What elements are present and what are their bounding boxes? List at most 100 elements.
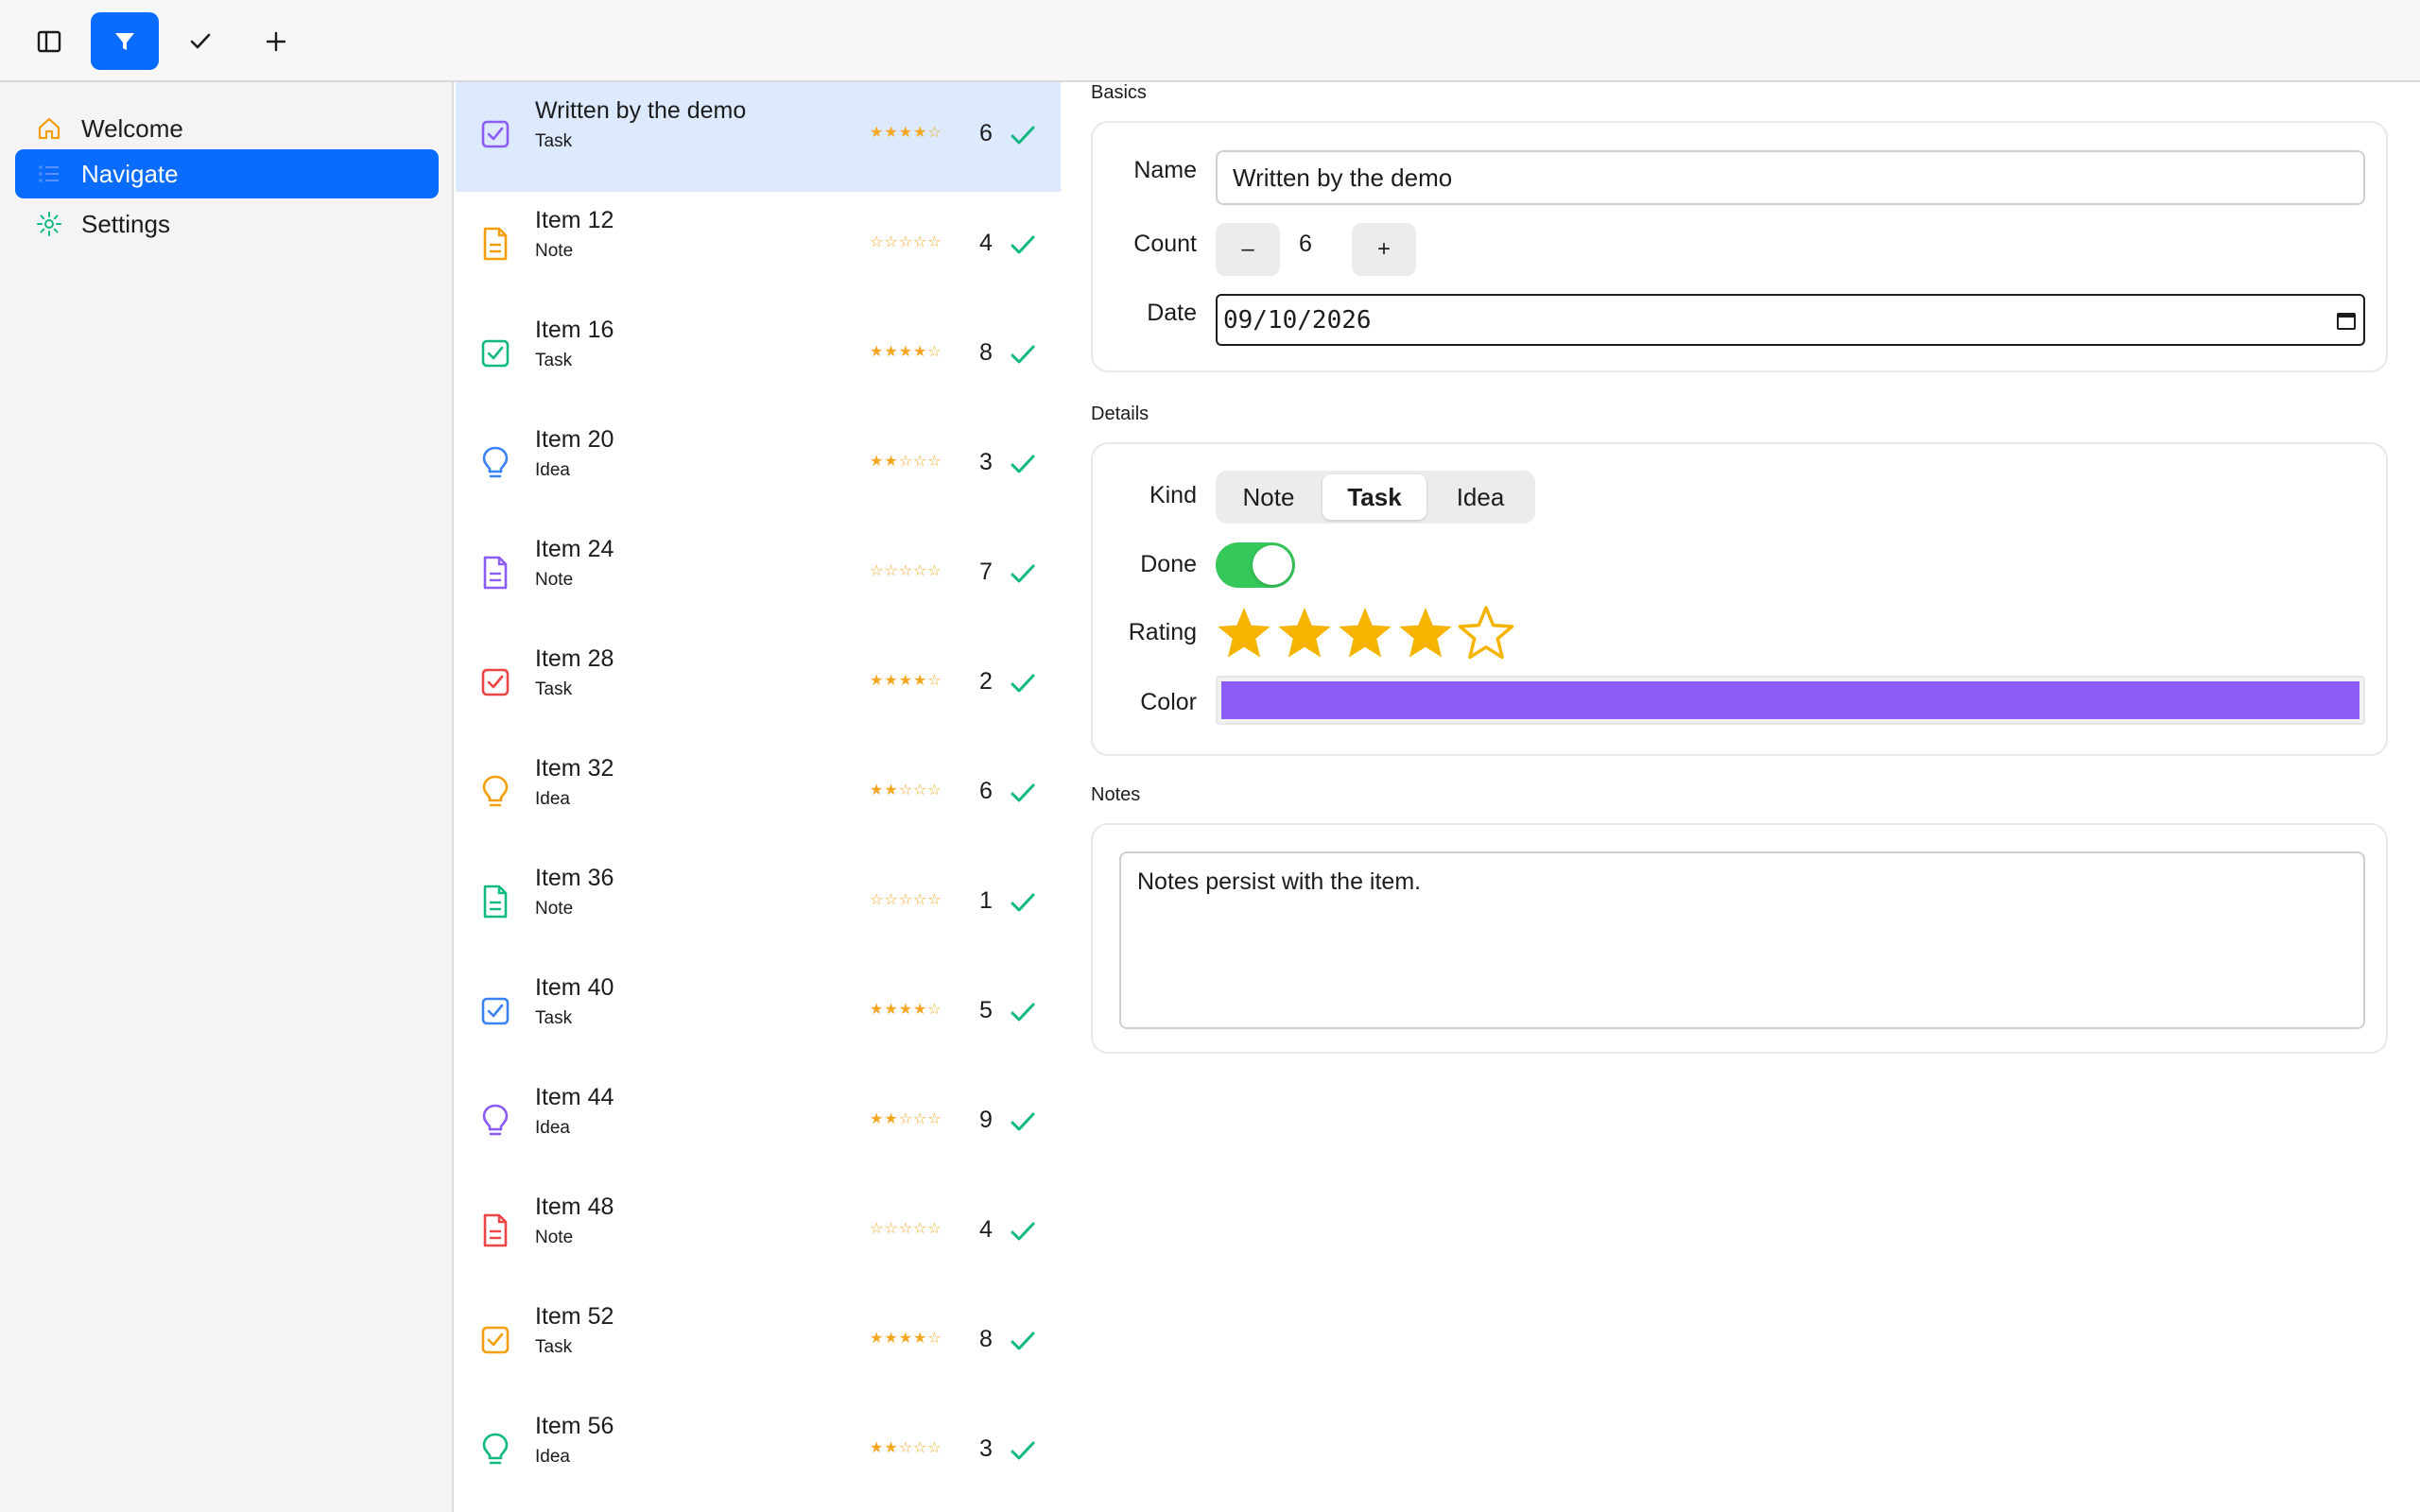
task-checkbox-icon (480, 664, 510, 700)
list-item[interactable]: Item 24 Note ☆☆☆☆☆ 7 (456, 521, 1061, 630)
done-check-icon (1008, 230, 1038, 260)
kind-option-task[interactable]: Task (1322, 474, 1426, 520)
item-count: 2 (979, 668, 993, 695)
sidebar-item-welcome[interactable]: Welcome (15, 104, 439, 153)
kind-option-idea[interactable]: Idea (1431, 474, 1530, 520)
notes-textarea[interactable]: Notes persist with the item. (1119, 851, 2365, 1029)
kind-option-note[interactable]: Note (1219, 474, 1318, 520)
star-filled-icon[interactable] (1214, 603, 1274, 663)
filter-button[interactable] (91, 12, 159, 70)
idea-lightbulb-icon (480, 1103, 510, 1139)
item-title: Item 40 (535, 974, 614, 1001)
done-check-icon (1008, 339, 1038, 369)
toggle-knob (1253, 545, 1292, 585)
item-count: 8 (979, 339, 993, 366)
mark-done-button[interactable] (166, 12, 234, 70)
details-section-label: Details (1091, 404, 1150, 424)
item-rating-stars: ★★☆☆☆ (870, 452, 942, 470)
count-decrement-button[interactable]: – (1216, 223, 1280, 276)
item-count: 4 (979, 1216, 993, 1243)
list-item[interactable]: Item 40 Task ★★★★☆ 5 (456, 959, 1061, 1069)
list-item[interactable]: Item 20 Idea ★★☆☆☆ 3 (456, 411, 1061, 521)
item-title: Item 16 (535, 317, 614, 343)
item-title: Written by the demo (535, 97, 747, 124)
item-count: 5 (979, 997, 993, 1023)
sidebar-toggle-button[interactable] (15, 12, 83, 70)
star-filled-icon[interactable] (1335, 603, 1395, 663)
done-check-icon (1008, 1435, 1038, 1466)
list-item[interactable]: Item 48 Note ☆☆☆☆☆ 4 (456, 1178, 1061, 1288)
note-document-icon (480, 884, 510, 919)
item-title: Item 24 (535, 536, 614, 562)
item-rating-stars: ★★★★☆ (870, 1000, 942, 1018)
calendar-icon[interactable] (2335, 309, 2358, 332)
item-title: Item 52 (535, 1303, 614, 1330)
task-checkbox-icon (480, 993, 510, 1029)
item-title: Item 28 (535, 645, 614, 672)
color-picker[interactable] (1216, 676, 2365, 725)
sidebar-item-settings[interactable]: Settings (15, 199, 439, 249)
item-list: Written by the demo Task ★★★★☆ 6 Item 12 Note… (456, 82, 1061, 1512)
color-swatch (1221, 681, 2360, 719)
item-kind: Task (535, 131, 573, 151)
task-checkbox-icon (480, 1322, 510, 1358)
note-document-icon (480, 1212, 510, 1248)
item-rating-stars: ★★★★☆ (870, 1329, 942, 1347)
item-title: Item 20 (535, 426, 614, 453)
list-item[interactable]: Item 44 Idea ★★☆☆☆ 9 (456, 1069, 1061, 1178)
item-title: Item 12 (535, 207, 614, 233)
name-label: Name (1133, 157, 1197, 183)
item-rating-stars: ★★★★☆ (870, 342, 942, 360)
rating-label: Rating (1128, 619, 1197, 645)
list-item[interactable]: Item 28 Task ★★★★☆ 2 (456, 630, 1061, 740)
count-increment-button[interactable]: + (1352, 223, 1416, 276)
task-checkbox-icon (480, 335, 510, 371)
list-item[interactable]: Item 32 Idea ★★☆☆☆ 6 (456, 740, 1061, 850)
done-check-icon (1008, 887, 1038, 918)
add-item-button[interactable] (242, 12, 310, 70)
count-label: Count (1133, 231, 1197, 257)
list-item[interactable]: Item 12 Note ☆☆☆☆☆ 4 (456, 192, 1061, 301)
list-item[interactable]: Item 56 Idea ★★☆☆☆ 3 (456, 1398, 1061, 1507)
sidebar-item-navigate[interactable]: Navigate (15, 149, 439, 198)
kind-label: Kind (1149, 482, 1197, 508)
star-empty-icon[interactable] (1456, 603, 1516, 663)
list-item[interactable]: Written by the demo Task ★★★★☆ 6 (456, 82, 1061, 192)
item-rating-stars: ★★★★☆ (870, 671, 942, 689)
basics-section-label: Basics (1091, 82, 1147, 103)
item-kind: Idea (535, 1447, 570, 1467)
list-item[interactable]: Item 52 Task ★★★★☆ 8 (456, 1288, 1061, 1398)
note-document-icon (480, 555, 510, 591)
list-icon (25, 149, 74, 198)
sidebar-item-label: Navigate (81, 159, 179, 188)
item-rating-stars: ☆☆☆☆☆ (870, 890, 942, 908)
item-count: 3 (979, 449, 993, 475)
sidebar-item-label: Settings (81, 209, 170, 238)
done-check-icon (1008, 1107, 1038, 1137)
item-title: Item 44 (535, 1084, 614, 1110)
list-item[interactable]: Item 16 Task ★★★★☆ 8 (456, 301, 1061, 411)
idea-lightbulb-icon (480, 1432, 510, 1468)
item-count: 4 (979, 230, 993, 256)
details-card: Kind Note Task Idea Done Rating Color (1091, 442, 2388, 756)
item-kind: Idea (535, 789, 570, 809)
item-count: 1 (979, 887, 993, 914)
date-field[interactable]: 09/10/2026 (1216, 294, 2365, 346)
notes-section-label: Notes (1091, 784, 1141, 805)
done-toggle[interactable] (1216, 542, 1295, 588)
star-filled-icon[interactable] (1395, 603, 1456, 663)
item-rating-stars: ☆☆☆☆☆ (870, 561, 942, 579)
note-document-icon (480, 226, 510, 262)
item-kind: Note (535, 899, 574, 919)
item-kind: Note (535, 241, 574, 261)
star-filled-icon[interactable] (1274, 603, 1335, 663)
item-rating-stars: ★★☆☆☆ (870, 1438, 942, 1456)
date-value: 09/10/2026 (1223, 305, 1372, 335)
list-item[interactable]: Item 36 Note ☆☆☆☆☆ 1 (456, 850, 1061, 959)
sidebar-item-label: Welcome (81, 113, 183, 143)
rating-control (1214, 603, 1516, 663)
name-field[interactable]: Written by the demo (1216, 150, 2365, 205)
gear-icon (25, 199, 74, 249)
plus-icon (266, 31, 286, 51)
done-check-icon (1008, 1326, 1038, 1356)
